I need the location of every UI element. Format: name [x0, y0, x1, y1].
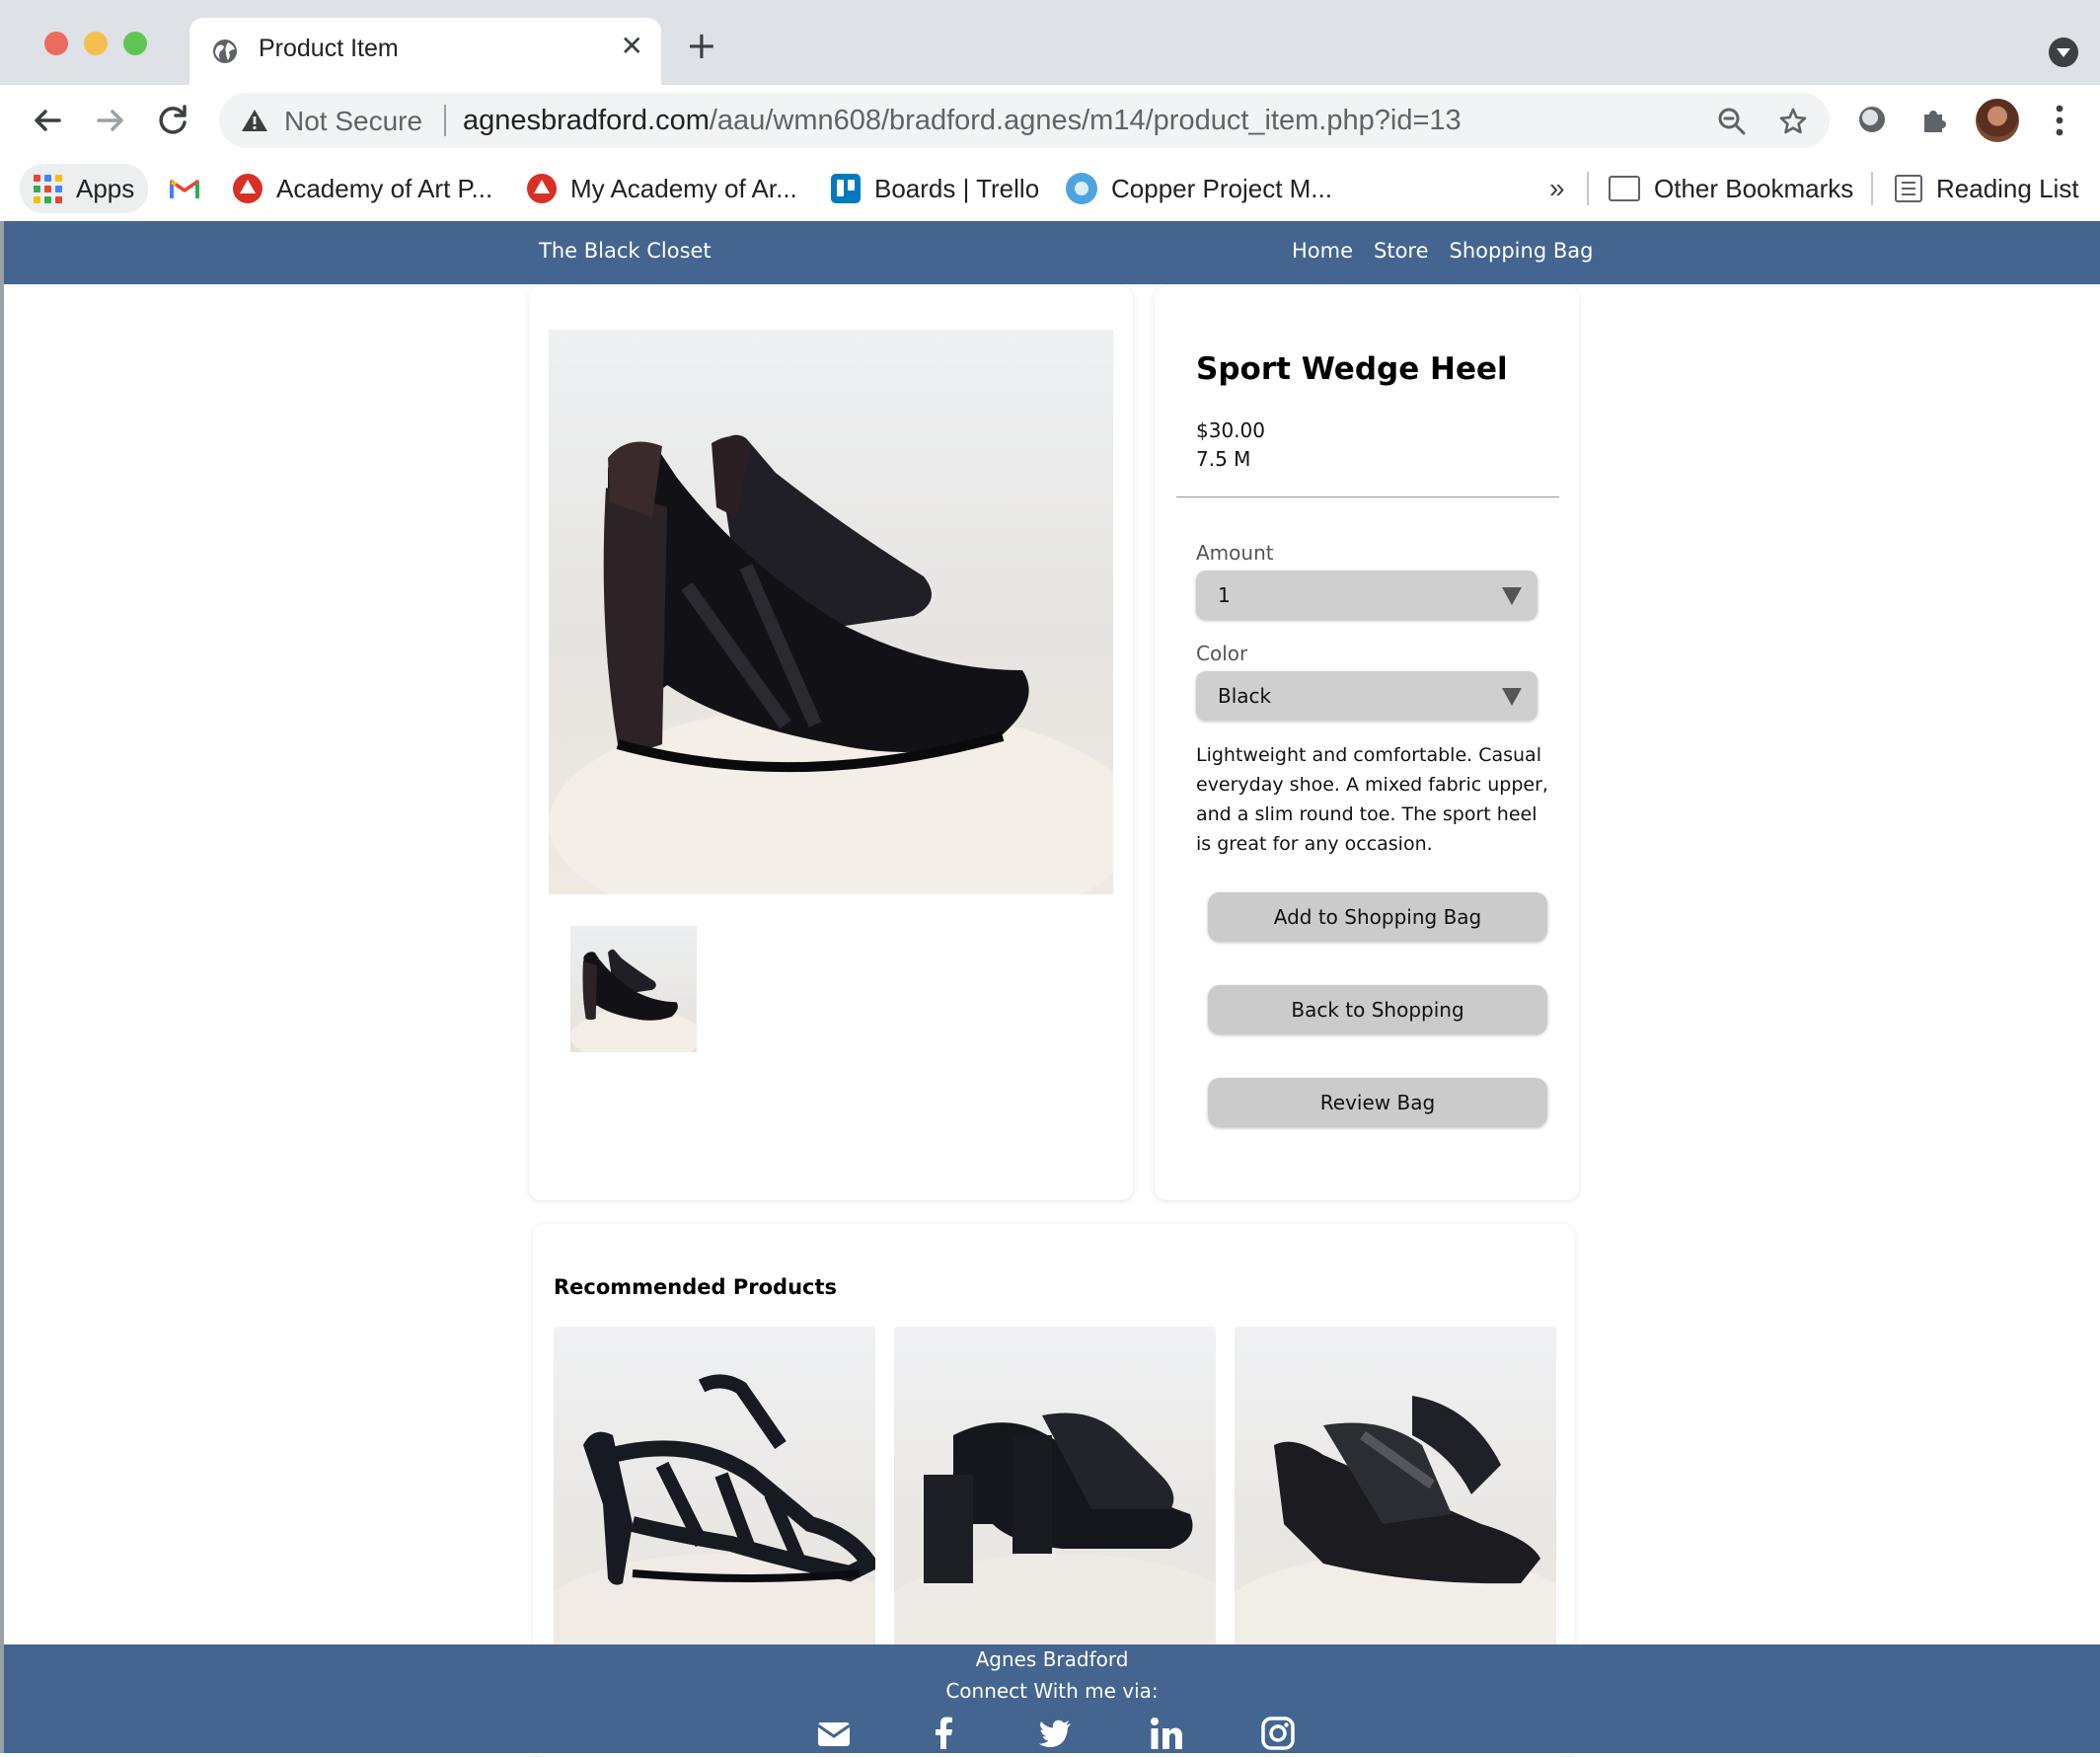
platform-wedge-illustration: [1235, 1396, 1556, 1662]
tab-strip: Product Item ✕ +: [0, 0, 2100, 85]
forward-arrow-icon[interactable]: [89, 99, 132, 142]
nav-shopping-bag-link[interactable]: Shopping Bag: [1450, 239, 1594, 263]
url-text[interactable]: agnesbradford.com/aau/wmn608/bradford.ag…: [463, 105, 1462, 137]
site-navbar: The Black Closet Home Store Shopping Bag: [4, 221, 2100, 284]
close-window-button[interactable]: [44, 32, 68, 55]
product-price: $30.00: [1196, 419, 1265, 442]
amount-label: Amount: [1196, 541, 1274, 565]
bookmark-gmail[interactable]: [170, 156, 199, 221]
url-host: agnesbradford.com: [463, 105, 710, 136]
dropdown-arrow-icon: [1502, 688, 1522, 706]
product-gallery-card: [529, 286, 1133, 1200]
site-brand-link[interactable]: The Black Closet: [539, 239, 712, 263]
bookmark-label: Academy of Art P...: [276, 173, 493, 203]
minimize-window-button[interactable]: [84, 32, 108, 55]
bookmark-trello[interactable]: Boards | Trello: [831, 156, 1039, 221]
footer-author: Agnes Bradford: [975, 1647, 1129, 1671]
back-arrow-icon[interactable]: [26, 99, 69, 142]
color-label: Color: [1196, 642, 1248, 665]
new-tab-button[interactable]: +: [686, 26, 717, 65]
recommended-item-black-heeled-mule[interactable]: [894, 1327, 1216, 1662]
trello-icon: [831, 174, 861, 203]
recommended-item-strappy-heel-sandal[interactable]: [554, 1327, 875, 1662]
academy-of-art-icon: [527, 174, 557, 203]
tab-title: Product Item: [259, 35, 399, 62]
color-select-value: Black: [1218, 684, 1272, 708]
footer-connect-text: Connect With me via:: [945, 1679, 1159, 1703]
wedge-shoe-illustration: [549, 434, 1113, 894]
bookmark-star-icon[interactable]: [1778, 107, 1808, 136]
browser-chrome: Product Item ✕ + Not Secure agnesbradfor…: [0, 0, 2100, 222]
nav-home-link[interactable]: Home: [1292, 239, 1353, 263]
site-nav-links: Home Store Shopping Bag: [1292, 239, 1593, 263]
add-to-bag-button[interactable]: Add to Shopping Bag: [1208, 892, 1547, 942]
tab-search-icon[interactable]: [2049, 38, 2078, 67]
review-bag-button[interactable]: Review Bag: [1208, 1078, 1547, 1127]
back-to-shopping-button[interactable]: Back to Shopping: [1208, 985, 1547, 1034]
profile-avatar[interactable]: [1976, 99, 2019, 142]
gmail-icon: [170, 180, 199, 198]
bookmark-label: Apps: [76, 173, 135, 203]
recommended-title: Recommended Products: [554, 1275, 838, 1299]
product-details-card: Sport Wedge Heel $30.00 7.5 M Amount 1 C…: [1155, 286, 1579, 1200]
recommended-item-platform-wedge-sandal[interactable]: [1235, 1327, 1556, 1662]
bookmark-label: Copper Project M...: [1111, 173, 1332, 203]
address-bar[interactable]: Not Secure agnesbradford.com/aau/wmn608/…: [219, 93, 1830, 148]
product-thumbnail[interactable]: [570, 926, 697, 1052]
bookmark-my-academy-of-art[interactable]: My Academy of Ar...: [527, 156, 797, 221]
strappy-sandal-illustration: [554, 1374, 875, 1662]
bookmark-label: Boards | Trello: [874, 173, 1040, 203]
academy-of-art-icon: [233, 174, 262, 203]
apps-grid-icon: [34, 174, 62, 203]
instagram-icon[interactable]: [1260, 1716, 1296, 1751]
browser-tab-active[interactable]: Product Item ✕: [189, 18, 661, 85]
site-footer: Agnes Bradford Connect With me via:: [4, 1644, 2100, 1753]
zoom-icon[interactable]: [1717, 107, 1747, 136]
url-path: /aau/wmn608/bradford.agnes/m14/product_i…: [709, 105, 1462, 136]
wedge-shoe-thumbnail-illustration: [570, 949, 697, 1052]
facebook-icon[interactable]: [927, 1716, 962, 1751]
reload-icon[interactable]: [152, 99, 195, 142]
email-icon[interactable]: [816, 1716, 852, 1751]
reading-list-button[interactable]: Reading List: [1895, 156, 2079, 221]
bookmark-other-bookmarks[interactable]: Other Bookmarks: [1609, 156, 1853, 221]
dropdown-arrow-icon: [1502, 587, 1522, 605]
bookmarks-divider: [1871, 172, 1873, 205]
extensions-puzzle-icon[interactable]: [1918, 103, 1952, 136]
product-main-image: [549, 330, 1113, 894]
product-size: 7.5 M: [1196, 447, 1251, 471]
close-icon[interactable]: ✕: [621, 30, 643, 62]
color-select[interactable]: Black: [1196, 671, 1538, 721]
nav-store-link[interactable]: Store: [1374, 239, 1429, 263]
product-title: Sport Wedge Heel: [1196, 351, 1508, 387]
amount-select[interactable]: 1: [1196, 571, 1538, 620]
twitter-icon[interactable]: [1037, 1716, 1073, 1751]
extension-circle-icon[interactable]: [1855, 103, 1889, 136]
globe-icon: [213, 39, 237, 63]
bookmark-copper[interactable]: Copper Project M...: [1066, 156, 1332, 221]
amount-select-value: 1: [1218, 583, 1231, 607]
copper-icon: [1066, 173, 1097, 204]
bookmark-label: Other Bookmarks: [1654, 173, 1854, 203]
security-status[interactable]: Not Secure: [284, 106, 422, 137]
more-menu-icon[interactable]: [2055, 101, 2064, 140]
maximize-window-button[interactable]: [123, 32, 147, 55]
bookmarks-divider: [1587, 172, 1589, 205]
bookmarks-overflow-button[interactable]: »: [1549, 156, 1565, 221]
folder-icon: [1609, 176, 1640, 201]
bookmark-label: Reading List: [1936, 173, 2079, 203]
warning-icon[interactable]: [241, 108, 268, 133]
reading-list-icon: [1895, 175, 1922, 202]
address-divider: [444, 105, 446, 136]
linkedin-icon[interactable]: [1149, 1716, 1184, 1751]
bookmarks-bar: Apps Academy of Art P... My Academy of A…: [0, 156, 2100, 222]
window-edge: [0, 221, 4, 1753]
browser-toolbar: Not Secure agnesbradford.com/aau/wmn608/…: [0, 85, 2100, 156]
heeled-mule-illustration: [894, 1413, 1216, 1662]
bookmark-apps[interactable]: Apps: [20, 164, 149, 213]
bookmark-label: My Academy of Ar...: [570, 173, 797, 203]
product-description: Lightweight and comfortable. Casual ever…: [1196, 744, 1548, 855]
bookmark-academy-of-art-portal[interactable]: Academy of Art P...: [233, 156, 492, 221]
